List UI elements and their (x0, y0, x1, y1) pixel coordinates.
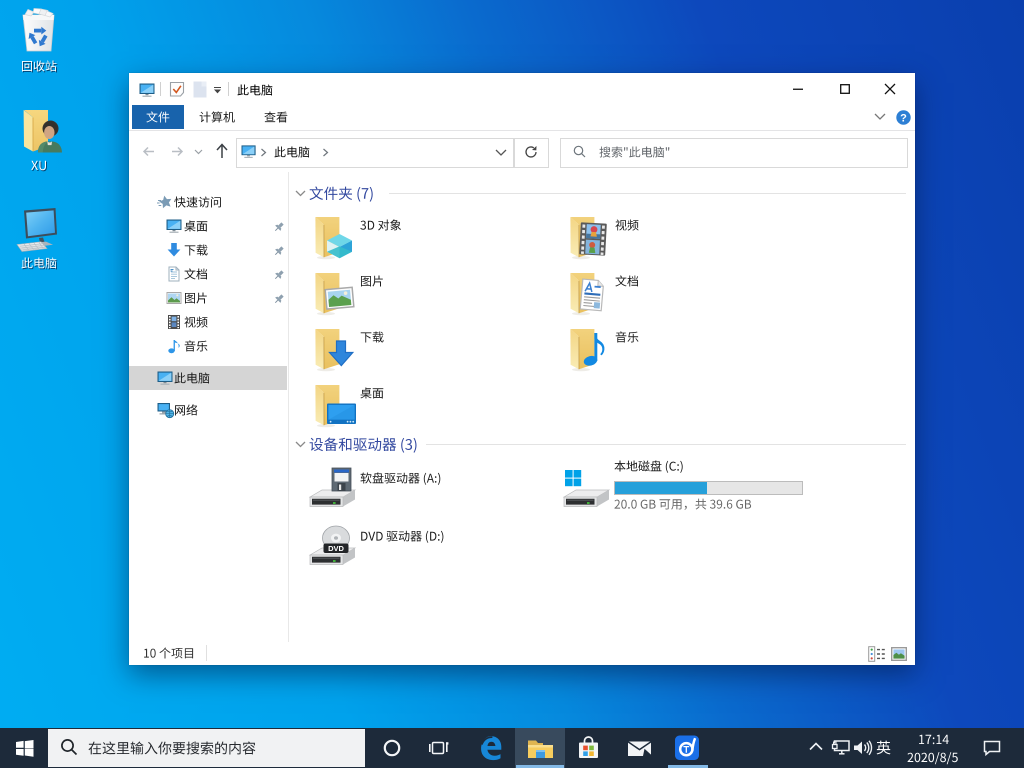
svg-text:DVD: DVD (328, 544, 344, 553)
svg-text:?: ? (900, 112, 907, 124)
